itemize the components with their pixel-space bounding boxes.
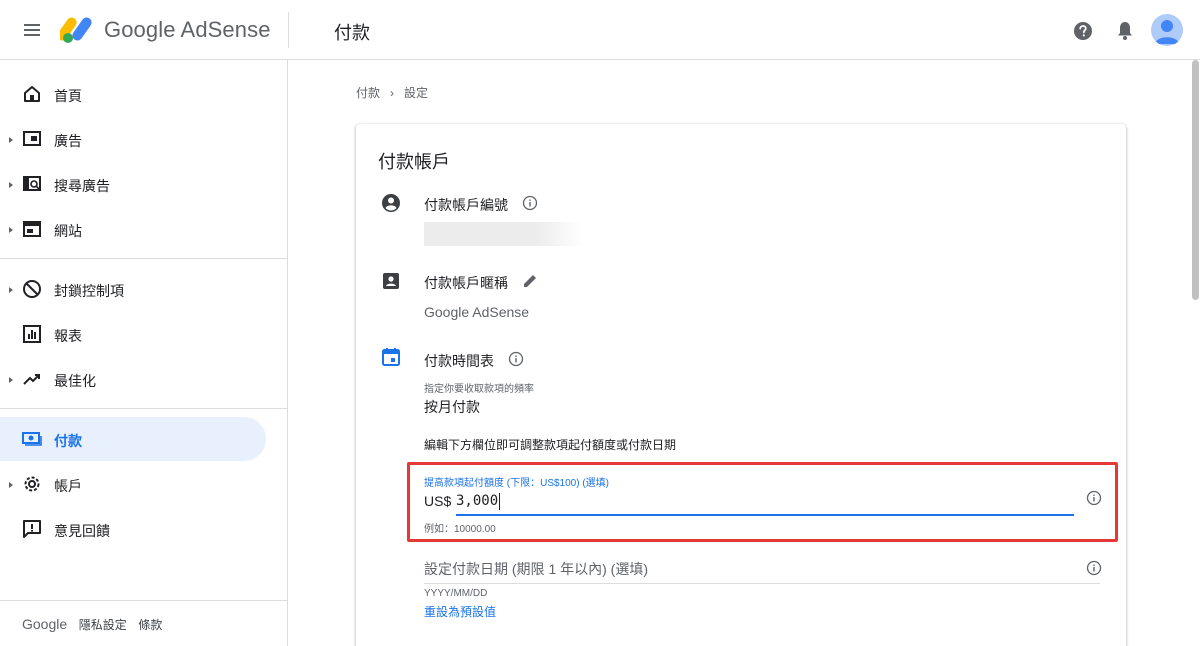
sidebar-item-label: 付款 [54, 433, 82, 449]
account-circle-icon [382, 194, 400, 212]
gear-icon [24, 476, 40, 492]
threshold-hint: 例如：10000.00 [424, 524, 496, 535]
threshold-field-label: 提高款項起付額度 (下限：US$100) (選填) [424, 478, 610, 489]
sidebar-item-label: 廣告 [54, 133, 82, 149]
info-icon[interactable] [1086, 490, 1102, 506]
sidebar-item-reports[interactable]: 報表 [0, 312, 266, 356]
block-icon [23, 280, 41, 298]
sidebar-item-payments[interactable]: 付款 [0, 417, 266, 461]
sidebar-divider [0, 408, 287, 409]
sidebar-item-sites[interactable]: 網站 [0, 207, 266, 251]
payment-date-underline [424, 583, 1100, 584]
breadcrumb: 付款 › 設定 [356, 84, 428, 101]
sidebar-item-optimization[interactable]: 最佳化 [0, 357, 266, 401]
trending-up-icon [23, 374, 40, 385]
expand-caret-icon [9, 377, 13, 383]
privacy-link[interactable]: 隱私設定 [79, 618, 127, 632]
bell-icon[interactable] [1114, 19, 1136, 43]
currency-prefix: US$ [424, 493, 452, 509]
badge-icon [383, 273, 399, 289]
schedule-label: 付款時間表 [424, 353, 494, 369]
page-title: 付款 [334, 23, 370, 43]
sidebar-item-label: 首頁 [54, 88, 82, 104]
adsense-logo-icon[interactable] [60, 14, 96, 44]
sidebar-item-label: 意見回饋 [54, 523, 110, 539]
info-icon[interactable] [1086, 560, 1102, 576]
avatar[interactable] [1151, 14, 1183, 46]
reset-default-link[interactable]: 重設為預設值 [424, 603, 496, 620]
feedback-icon [23, 520, 41, 538]
terms-link[interactable]: 條款 [138, 618, 162, 632]
top-app-bar: Google AdSense 付款 [0, 0, 1200, 60]
schedule-sub-label: 指定你要收取款項的頻率 [424, 384, 534, 395]
pencil-icon[interactable] [521, 272, 539, 290]
account-id-value-redacted [424, 222, 584, 246]
threshold-input-underline [456, 514, 1074, 516]
home-icon [24, 86, 40, 102]
expand-caret-icon [9, 482, 13, 488]
expand-caret-icon [9, 182, 13, 188]
help-icon[interactable] [1072, 20, 1094, 42]
sidebar-item-home[interactable]: 首頁 [0, 72, 266, 116]
text-caret [499, 493, 500, 510]
sidebar-item-feedback[interactable]: 意見回饋 [0, 507, 266, 551]
breadcrumb-separator: › [390, 86, 395, 100]
scrollbar[interactable] [1190, 60, 1200, 646]
sidebar-item-ads[interactable]: 廣告 [0, 117, 266, 161]
breadcrumb-current: 設定 [404, 86, 429, 100]
sidebar-item-label: 網站 [54, 223, 82, 239]
account-id-label: 付款帳戶編號 [424, 197, 508, 213]
sidebar-item-label: 搜尋廣告 [54, 178, 110, 194]
expand-caret-icon [9, 287, 13, 293]
top-divider [288, 12, 289, 48]
expand-caret-icon [9, 227, 13, 233]
scrollbar-thumb[interactable] [1192, 60, 1199, 300]
ads-icon [23, 131, 41, 146]
expand-caret-icon [9, 137, 13, 143]
breadcrumb-parent[interactable]: 付款 [356, 86, 380, 100]
sidebar-item-blocking-controls[interactable]: 封鎖控制項 [0, 267, 266, 311]
sidebar-item-label: 最佳化 [54, 373, 96, 389]
search-ads-icon [23, 176, 41, 191]
payments-icon [22, 432, 42, 446]
nickname-value: Google AdSense [424, 304, 530, 320]
sidebar-item-label: 報表 [54, 328, 82, 344]
threshold-input[interactable] [456, 490, 606, 512]
nickname-label: 付款帳戶暱稱 [424, 275, 508, 291]
payment-date-input[interactable] [424, 558, 1064, 580]
sidebar-item-label: 帳戶 [54, 478, 82, 494]
sidebar-divider [0, 600, 287, 601]
schedule-value: 按月付款 [424, 399, 480, 415]
card-title: 付款帳戶 [378, 152, 450, 172]
reports-icon [23, 325, 41, 343]
info-icon[interactable] [508, 351, 524, 367]
sidebar-item-search-ads[interactable]: 搜尋廣告 [0, 162, 266, 206]
payment-account-card: 付款帳戶 付款帳戶編號 付款帳戶暱稱 Google AdSense 付款時間表 … [356, 124, 1126, 646]
sidebar-item-label: 封鎖控制項 [54, 283, 124, 299]
sites-icon [23, 221, 41, 237]
footer-brand: Google [22, 616, 68, 632]
avatar-icon [1155, 20, 1179, 44]
menu-icon[interactable] [22, 20, 42, 40]
sidebar-item-account[interactable]: 帳戶 [0, 462, 266, 506]
sidebar-divider [0, 258, 287, 259]
sidebar: 首頁 廣告 搜尋廣告 網站 封鎖控制項 報表 最佳化 付款 帳戶 意見回饋 Go… [0, 60, 288, 646]
payment-date-hint: YYYY/MM/DD [424, 588, 488, 599]
info-icon[interactable] [522, 195, 538, 211]
product-name[interactable]: Google AdSense [104, 17, 271, 43]
edit-helper-text: 編輯下方欄位即可調整款項起付額度或付款日期 [424, 438, 677, 452]
calendar-icon [382, 348, 400, 366]
sidebar-footer: Google 隱私設定 條款 [22, 616, 170, 633]
